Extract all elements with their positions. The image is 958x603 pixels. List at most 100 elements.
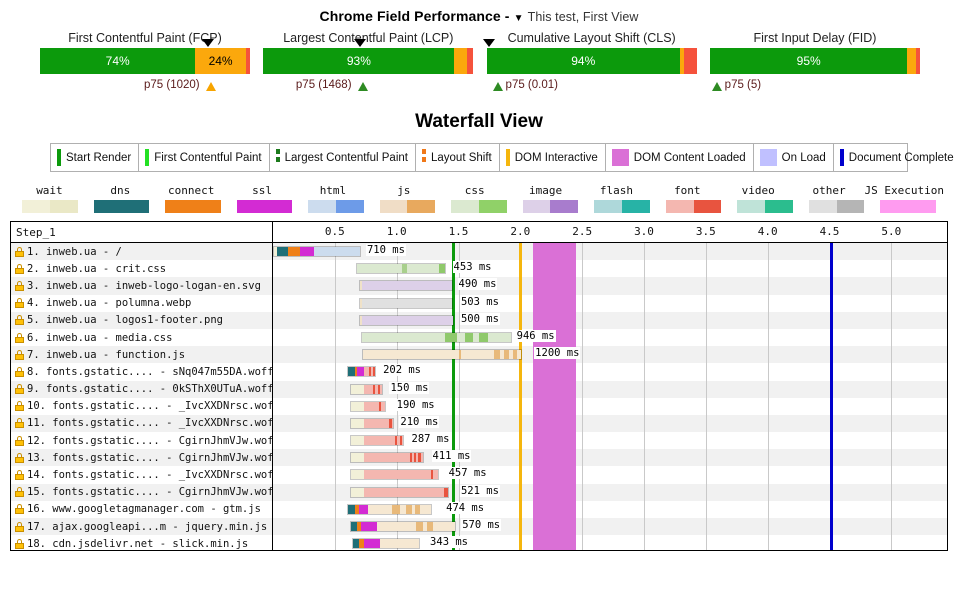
layout-shift-swatch-icon — [421, 149, 426, 166]
request-duration-label: 1200 ms — [534, 347, 581, 360]
cwv-p75-triangle-icon — [357, 82, 368, 91]
request-bar[interactable] — [352, 538, 421, 550]
request-label[interactable]: 2. inweb.ua - crit.css — [11, 263, 272, 275]
legend-item-first-contentful-paint[interactable]: First Contentful Paint — [139, 144, 270, 171]
request-label[interactable]: 14. fonts.gstatic.... - _IvcXXDNrsc.woff… — [11, 469, 272, 481]
request-bar-segment — [379, 539, 420, 549]
waterfall-request-row[interactable]: 10. fonts.gstatic.... - _IvcXXDNrsc.woff… — [11, 398, 947, 415]
request-label-text: 8. fonts.gstatic.... - sNq047m55DA.woff2 — [27, 365, 272, 378]
request-label-text: 18. cdn.jsdelivr.net - slick.min.js — [27, 537, 249, 550]
mime-label-html: html — [319, 184, 347, 197]
mime-label-connect: connect — [168, 184, 215, 197]
cwv-metric: First Input Delay (FID) 95% p75 (5) — [709, 31, 920, 95]
waterfall-request-row[interactable]: 12. fonts.gstatic.... - CgirnJhmVJw.woff… — [11, 432, 947, 449]
waterfall-request-row[interactable]: 15. fonts.gstatic.... - CgirnJhmVJw.woff… — [11, 483, 947, 501]
request-label[interactable]: 18. cdn.jsdelivr.net - slick.min.js — [11, 538, 272, 550]
waterfall-request-row[interactable]: 1. inweb.ua - / 710 ms — [11, 243, 947, 261]
request-bar[interactable] — [349, 486, 449, 498]
waterfall-request-row[interactable]: 2. inweb.ua - crit.css 453 ms — [11, 260, 947, 277]
request-label[interactable]: 5. inweb.ua - logos1-footer.png — [11, 314, 272, 326]
cwv-distribution-bar[interactable]: 95% — [709, 48, 920, 74]
request-bar[interactable] — [358, 280, 453, 292]
request-label-text: 16. www.googletagmanager.com - gtm.js — [27, 503, 261, 516]
request-bar[interactable] — [356, 263, 447, 275]
request-bar-segment — [357, 367, 364, 377]
request-label[interactable]: 15. fonts.gstatic.... - CgirnJhmVJw.woff… — [11, 486, 272, 498]
request-bar-segment — [364, 436, 395, 446]
request-bar-segment — [479, 332, 488, 342]
waterfall-request-row[interactable]: 18. cdn.jsdelivr.net - slick.min.js 343 m… — [11, 535, 947, 550]
request-label[interactable]: 10. fonts.gstatic.... - _IvcXXDNrsc.woff… — [11, 400, 272, 412]
request-timeline-track: 343 ms — [272, 535, 947, 550]
waterfall-request-row[interactable]: 7. inweb.ua - function.js 1200 ms — [11, 346, 947, 364]
request-bar[interactable] — [347, 366, 377, 378]
waterfall-request-row[interactable]: 14. fonts.gstatic.... - _IvcXXDNrsc.woff… — [11, 466, 947, 483]
waterfall-request-row[interactable]: 11. fonts.gstatic.... - _IvcXXDNrsc.woff… — [11, 414, 947, 433]
request-label[interactable]: 1. inweb.ua - / — [11, 246, 272, 258]
request-bar-segment — [350, 384, 364, 394]
request-duration-label: 287 ms — [410, 433, 451, 446]
request-bar-segment — [457, 332, 465, 342]
cwv-bar-wrapper: 74% 24% — [40, 39, 250, 78]
request-bar[interactable] — [347, 503, 433, 515]
request-label[interactable]: 11. fonts.gstatic.... - _IvcXXDNrsc.woff… — [11, 417, 272, 429]
request-duration-label: 150 ms — [389, 381, 430, 394]
waterfall-request-row[interactable]: 9. fonts.gstatic.... - 0kSThX0UTuA.woff2… — [11, 380, 947, 398]
waterfall-request-row[interactable]: 4. inweb.ua - polumna.webp 503 ms — [11, 295, 947, 312]
request-bar[interactable] — [349, 417, 394, 429]
request-bar[interactable] — [273, 246, 362, 257]
legend-item-dom-content-loaded[interactable]: DOM Content Loaded — [606, 144, 754, 171]
request-timeline-track: 500 ms — [272, 312, 947, 329]
request-label[interactable]: 13. fonts.gstatic.... - CgirnJhmVJw.woff… — [11, 452, 272, 464]
request-label[interactable]: 3. inweb.ua - inweb-logo-logan-en.svg — [11, 280, 272, 292]
request-bar[interactable] — [358, 297, 453, 309]
request-label[interactable]: 16. www.googletagmanager.com - gtm.js — [11, 503, 272, 515]
cwv-distribution-bar[interactable]: 93% — [263, 48, 474, 74]
cwv-title-subtext[interactable]: This test, First View — [528, 10, 639, 24]
request-bar[interactable] — [349, 452, 425, 464]
request-bar[interactable] — [349, 435, 405, 447]
legend-item-document-complete[interactable]: Document Complete — [834, 144, 958, 171]
request-label[interactable]: 9. fonts.gstatic.... - 0kSThX0UTuA.woff2 — [11, 383, 272, 395]
legend-item-largest-contentful-paint[interactable]: Largest Contentful Paint — [270, 144, 416, 171]
request-label[interactable]: 7. inweb.ua - function.js — [11, 349, 272, 361]
request-label[interactable]: 6. inweb.ua - media.css — [11, 332, 272, 344]
request-bar[interactable] — [358, 314, 454, 326]
waterfall-request-row[interactable]: 6. inweb.ua - media.css 946 ms — [11, 329, 947, 346]
request-bar[interactable] — [349, 383, 384, 395]
request-label-text: 4. inweb.ua - polumna.webp — [27, 297, 192, 310]
legend-item-layout-shift[interactable]: Layout Shift — [416, 144, 500, 171]
request-bar-segment — [350, 487, 365, 497]
request-bar-segment — [348, 504, 356, 514]
waterfall-request-row[interactable]: 3. inweb.ua - inweb-logo-logan-en.svg 490… — [11, 277, 947, 295]
mime-swatch-js-execution — [880, 200, 936, 213]
request-label[interactable]: 12. fonts.gstatic.... - CgirnJhmVJw.woff… — [11, 435, 272, 447]
waterfall-request-row[interactable]: 13. fonts.gstatic.... - CgirnJhmVJw.woff… — [11, 449, 947, 467]
request-bar-segment — [432, 522, 455, 531]
request-bar-segment — [350, 436, 364, 446]
waterfall-request-row[interactable]: 5. inweb.ua - logos1-footer.png 500 ms — [11, 311, 947, 329]
request-label[interactable]: 8. fonts.gstatic.... - sNq047m55DA.woff2 — [11, 366, 272, 378]
request-bar[interactable] — [349, 400, 386, 412]
request-bar[interactable] — [361, 331, 512, 343]
request-bar[interactable] — [349, 521, 456, 532]
waterfall-request-row[interactable]: 17. ajax.googleapi...m - jquery.min.js 57… — [11, 518, 947, 536]
request-bar[interactable] — [362, 349, 522, 361]
legend-item-on-load[interactable]: On Load — [754, 144, 834, 171]
chevron-down-icon[interactable]: ▼ — [514, 13, 524, 24]
request-bar-segment — [350, 453, 365, 463]
request-bar[interactable] — [349, 469, 439, 481]
legend-item-dom-interactive[interactable]: DOM Interactive — [500, 144, 606, 171]
axis-tick-label: 2.0 — [510, 225, 531, 238]
legend-item-start-render[interactable]: Start Render — [51, 144, 140, 171]
mime-label-js: js — [397, 184, 411, 197]
request-label[interactable]: 17. ajax.googleapi...m - jquery.min.js — [11, 521, 272, 533]
waterfall-request-row[interactable]: 8. fonts.gstatic.... - sNq047m55DA.woff2… — [11, 363, 947, 380]
request-bar-segment — [517, 350, 521, 360]
request-label[interactable]: 4. inweb.ua - polumna.webp — [11, 297, 272, 309]
request-duration-label: 210 ms — [399, 415, 440, 428]
cwv-distribution-bar[interactable]: 94% — [486, 48, 697, 74]
cwv-distribution-bar[interactable]: 74% 24% — [40, 48, 250, 74]
cwv-p75-triangle-icon — [712, 82, 723, 91]
waterfall-request-row[interactable]: 16. www.googletagmanager.com - gtm.js 474… — [11, 501, 947, 518]
